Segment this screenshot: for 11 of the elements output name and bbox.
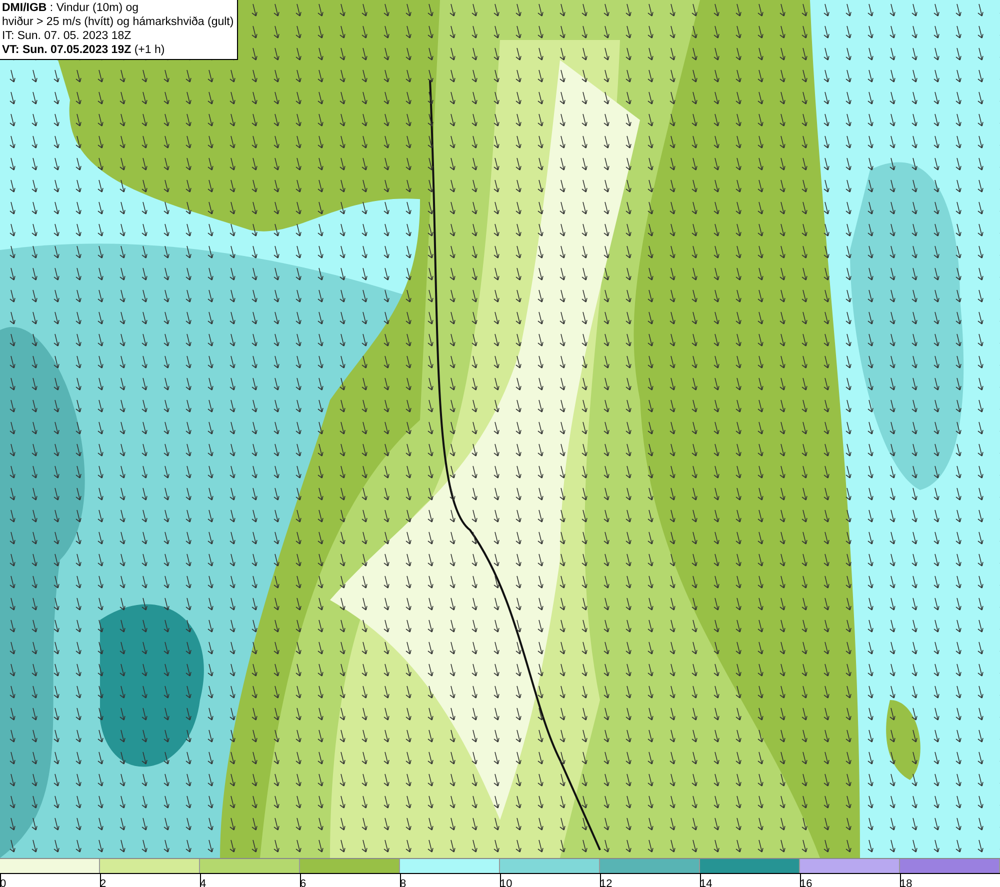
info-text: VT: Sun. 07.05.2023 19Z (+1 h) <box>2 43 166 57</box>
info-text: DMI/IGB : Vindur (10m) og <box>2 1 140 15</box>
scale-label: 2 <box>100 878 106 887</box>
scale-label: 14 <box>700 878 712 887</box>
scale-label: 10 <box>500 878 512 887</box>
scale-label: 16 <box>800 878 812 887</box>
scale-label: 18 <box>900 878 912 887</box>
scale-label: 12 <box>600 878 612 887</box>
info-text: hviður > 25 m/s (hvítt) og hámarkshviða (gult) <box>2 15 234 29</box>
scale-label: 4 <box>200 878 206 887</box>
info-text: IT: Sun. 07. 05. 2023 18Z <box>2 29 132 43</box>
